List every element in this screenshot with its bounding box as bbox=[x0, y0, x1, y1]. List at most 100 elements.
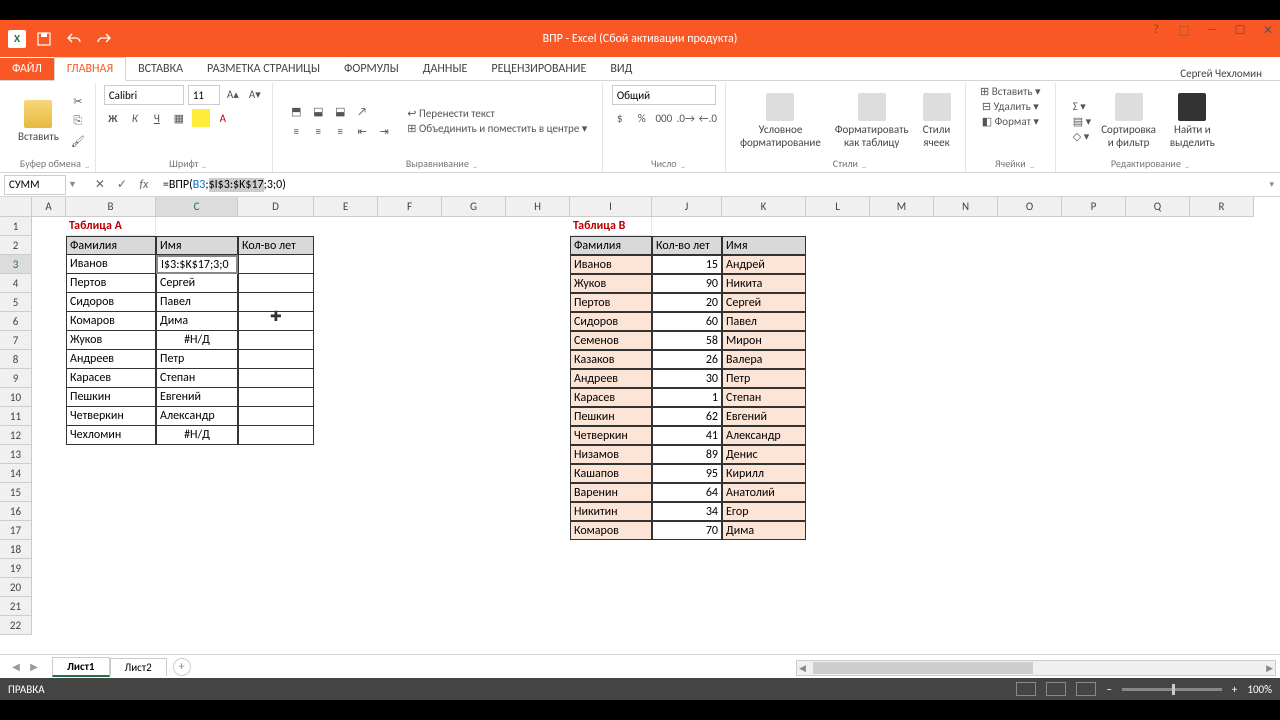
cell-B11[interactable]: Четверкин bbox=[66, 407, 156, 426]
cell-K4[interactable]: Никита bbox=[722, 274, 806, 293]
sheet-add-button[interactable]: + bbox=[173, 658, 191, 676]
cell-I2[interactable]: Фамилия bbox=[570, 236, 652, 255]
cell-J4[interactable]: 90 bbox=[652, 274, 722, 293]
cell-J2[interactable]: Кол-во лет bbox=[652, 236, 722, 255]
col-header-G[interactable]: G bbox=[442, 197, 506, 217]
cell-K7[interactable]: Мирон bbox=[722, 331, 806, 350]
row-header-5[interactable]: 5 bbox=[0, 293, 32, 312]
percent-icon[interactable]: % bbox=[633, 109, 651, 127]
cell-I1[interactable]: Таблица В bbox=[570, 217, 652, 236]
cell-B1[interactable]: Таблица А bbox=[66, 217, 156, 236]
tab-review[interactable]: РЕЦЕНЗИРОВАНИЕ bbox=[479, 58, 598, 80]
cell-C5[interactable]: Павел bbox=[156, 293, 238, 312]
select-all-corner[interactable] bbox=[0, 197, 32, 217]
cell-J3[interactable]: 15 bbox=[652, 255, 722, 274]
col-header-I[interactable]: I bbox=[570, 197, 652, 217]
sheet-nav-first-icon[interactable]: ◀ bbox=[8, 660, 24, 673]
cell-C12[interactable]: #Н/Д bbox=[156, 426, 238, 445]
cell-D4[interactable] bbox=[238, 274, 314, 293]
copy-icon[interactable]: ⎘ bbox=[69, 112, 87, 130]
tab-formulas[interactable]: ФОРМУЛЫ bbox=[332, 58, 411, 80]
tab-file[interactable]: ФАЙЛ bbox=[0, 58, 54, 80]
row-header-13[interactable]: 13 bbox=[0, 445, 32, 464]
align-middle-icon[interactable]: ⬓ bbox=[309, 102, 327, 120]
cell-J9[interactable]: 30 bbox=[652, 369, 722, 388]
cell-K11[interactable]: Евгений bbox=[722, 407, 806, 426]
inc-decimal-icon[interactable]: .0→ bbox=[677, 109, 695, 127]
row-header-11[interactable]: 11 bbox=[0, 407, 32, 426]
view-page-layout-icon[interactable] bbox=[1046, 682, 1066, 696]
col-header-B[interactable]: B bbox=[66, 197, 156, 217]
row-header-3[interactable]: 3 bbox=[0, 255, 32, 274]
row-header-1[interactable]: 1 bbox=[0, 217, 32, 236]
cell-J14[interactable]: 95 bbox=[652, 464, 722, 483]
autosum-icon[interactable]: Σ ▾ bbox=[1073, 100, 1091, 113]
comma-icon[interactable]: 000 bbox=[655, 109, 673, 127]
save-icon[interactable] bbox=[36, 31, 52, 47]
grid[interactable]: ABCDEFGHIJKLMNOPQR 123456789101112131415… bbox=[0, 197, 1280, 654]
sheet-nav-last-icon[interactable]: ▶ bbox=[26, 660, 42, 673]
row-header-16[interactable]: 16 bbox=[0, 502, 32, 521]
border-icon[interactable]: ▦ bbox=[170, 109, 188, 127]
conditional-formatting-button[interactable]: Условное форматирование bbox=[736, 91, 825, 151]
sheet-tab-1[interactable]: Лист1 bbox=[52, 657, 110, 677]
row-header-2[interactable]: 2 bbox=[0, 236, 32, 255]
font-size-combo[interactable]: 11 bbox=[188, 85, 220, 105]
zoom-level[interactable]: 100% bbox=[1247, 683, 1272, 696]
cell-I12[interactable]: Четверкин bbox=[570, 426, 652, 445]
row-header-22[interactable]: 22 bbox=[0, 616, 32, 635]
row-header-8[interactable]: 8 bbox=[0, 350, 32, 369]
cell-I10[interactable]: Карасев bbox=[570, 388, 652, 407]
increase-font-icon[interactable]: A▴ bbox=[224, 85, 242, 103]
font-name-combo[interactable]: Calibri bbox=[104, 85, 184, 105]
row-header-18[interactable]: 18 bbox=[0, 540, 32, 559]
cell-K13[interactable]: Денис bbox=[722, 445, 806, 464]
user-name[interactable]: Сергей Чехломин bbox=[1180, 67, 1262, 80]
col-header-C[interactable]: C bbox=[156, 197, 238, 217]
cell-K9[interactable]: Петр bbox=[722, 369, 806, 388]
cell-B5[interactable]: Сидоров bbox=[66, 293, 156, 312]
cell-D10[interactable] bbox=[238, 388, 314, 407]
cell-D3[interactable] bbox=[238, 255, 314, 274]
cell-D6[interactable] bbox=[238, 312, 314, 331]
font-color-icon[interactable]: A bbox=[214, 109, 232, 127]
tab-insert[interactable]: ВСТАВКА bbox=[126, 58, 195, 80]
currency-icon[interactable]: $ bbox=[611, 109, 629, 127]
cell-K10[interactable]: Степан bbox=[722, 388, 806, 407]
cell-B12[interactable]: Чехломин bbox=[66, 426, 156, 445]
row-header-6[interactable]: 6 bbox=[0, 312, 32, 331]
maximize-icon[interactable]: ☐ bbox=[1230, 22, 1250, 38]
col-header-N[interactable]: N bbox=[934, 197, 998, 217]
cell-I15[interactable]: Варенин bbox=[570, 483, 652, 502]
cell-I5[interactable]: Пертов bbox=[570, 293, 652, 312]
cell-J17[interactable]: 70 bbox=[652, 521, 722, 540]
row-header-4[interactable]: 4 bbox=[0, 274, 32, 293]
fx-icon[interactable]: fx bbox=[133, 175, 155, 195]
row-header-20[interactable]: 20 bbox=[0, 578, 32, 597]
row-header-15[interactable]: 15 bbox=[0, 483, 32, 502]
name-box[interactable]: СУММ bbox=[4, 175, 66, 195]
cell-K6[interactable]: Павел bbox=[722, 312, 806, 331]
cell-D12[interactable] bbox=[238, 426, 314, 445]
view-page-break-icon[interactable] bbox=[1076, 682, 1096, 696]
cell-J7[interactable]: 58 bbox=[652, 331, 722, 350]
close-icon[interactable]: ✕ bbox=[1258, 22, 1278, 38]
tab-page-layout[interactable]: РАЗМЕТКА СТРАНИЦЫ bbox=[195, 58, 332, 80]
cell-J16[interactable]: 34 bbox=[652, 502, 722, 521]
find-select-button[interactable]: Найти и выделить bbox=[1166, 91, 1219, 151]
col-header-K[interactable]: K bbox=[722, 197, 806, 217]
col-header-J[interactable]: J bbox=[652, 197, 722, 217]
paste-button[interactable]: Вставить bbox=[14, 98, 63, 145]
indent-dec-icon[interactable]: ⇤ bbox=[353, 122, 371, 140]
formula-input[interactable]: =ВПР(B3;$I$3:$K$17;3;0) bbox=[159, 175, 1270, 195]
cell-D5[interactable] bbox=[238, 293, 314, 312]
cell-I13[interactable]: Низамов bbox=[570, 445, 652, 464]
cells-insert-button[interactable]: ⊞ Вставить ▾ bbox=[980, 85, 1041, 98]
col-header-E[interactable]: E bbox=[314, 197, 378, 217]
col-header-L[interactable]: L bbox=[806, 197, 870, 217]
cancel-formula-icon[interactable]: ✕ bbox=[89, 175, 111, 195]
help-icon[interactable]: ? bbox=[1146, 22, 1166, 38]
bold-button[interactable]: Ж bbox=[104, 109, 122, 127]
cell-I16[interactable]: Никитин bbox=[570, 502, 652, 521]
cell-J6[interactable]: 60 bbox=[652, 312, 722, 331]
